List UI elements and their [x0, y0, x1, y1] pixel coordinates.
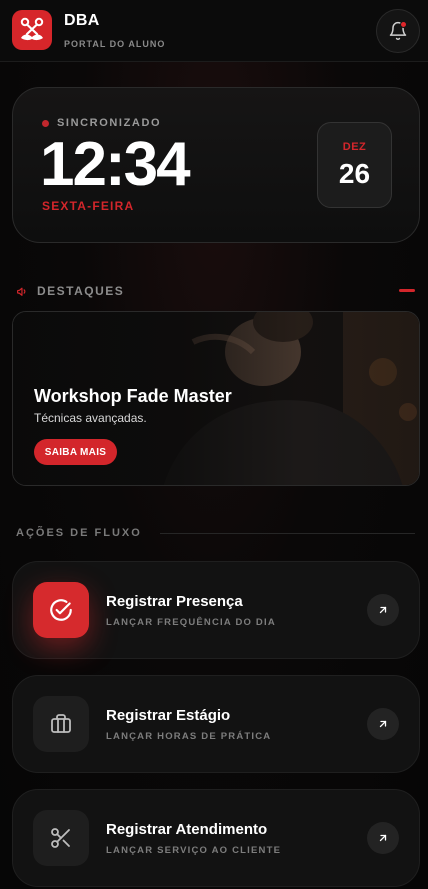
weekday-label: SEXTA-FEIRA — [42, 199, 135, 213]
brand-title: DBA — [64, 12, 100, 29]
brand-subtitle: PORTAL DO ALUNO — [64, 39, 166, 49]
app-logo[interactable] — [12, 10, 52, 50]
register-attendance-card[interactable]: Registrar Presença LANÇAR FREQUÊNCIA DO … — [12, 561, 420, 659]
actions-header: AÇÕES DE FLUXO — [16, 527, 142, 539]
unread-dot — [400, 21, 407, 28]
learn-more-button[interactable]: SAIBA MAIS — [34, 439, 117, 465]
action-subtitle: LANÇAR HORAS DE PRÁTICA — [106, 731, 272, 742]
internship-icon-box — [33, 696, 89, 752]
megaphone-icon — [17, 287, 26, 296]
current-time: 12:34 — [40, 130, 191, 199]
highlight-title: Workshop Fade Master — [34, 386, 232, 406]
arrow-up-right-icon — [379, 720, 387, 728]
sync-status: SINCRONIZADO — [42, 117, 161, 129]
action-title: Registrar Presença — [106, 593, 243, 610]
highlights-label: DESTAQUES — [37, 284, 125, 298]
actions-divider — [160, 533, 415, 534]
app-header: DBA PORTAL DO ALUNO — [0, 0, 428, 62]
notifications-button[interactable] — [376, 9, 420, 53]
arrow-up-right-icon — [379, 834, 387, 842]
register-internship-card[interactable]: Registrar Estágio LANÇAR HORAS DE PRÁTIC… — [12, 675, 420, 773]
sync-dot-icon — [42, 119, 49, 127]
highlight-subtitle: Técnicas avançadas. — [34, 411, 147, 425]
date-day: 26 — [338, 158, 371, 189]
action-arrow-button[interactable] — [367, 594, 399, 626]
check-circle-icon — [50, 599, 72, 621]
scissors-mustache-icon — [20, 17, 44, 41]
register-service-card[interactable]: Registrar Atendimento LANÇAR SERVIÇO AO … — [12, 789, 420, 887]
briefcase-icon — [51, 714, 71, 733]
action-title: Registrar Estágio — [106, 707, 231, 724]
date-badge: DEZ 26 — [317, 122, 392, 208]
scissors-icon — [51, 828, 70, 848]
service-icon-box — [33, 810, 89, 866]
sync-label: SINCRONIZADO — [57, 117, 162, 129]
attendance-icon-box — [33, 582, 89, 638]
action-subtitle: LANÇAR FREQUÊNCIA DO DIA — [106, 617, 276, 628]
action-arrow-button[interactable] — [367, 708, 399, 740]
action-subtitle: LANÇAR SERVIÇO AO CLIENTE — [106, 845, 282, 856]
carousel-indicator[interactable] — [399, 289, 415, 292]
highlight-card[interactable]: Workshop Fade Master Técnicas avançadas.… — [12, 311, 420, 486]
action-arrow-button[interactable] — [367, 822, 399, 854]
date-month: DEZ — [342, 141, 367, 153]
highlights-header: DESTAQUES — [16, 284, 124, 298]
arrow-up-right-icon — [379, 606, 387, 614]
action-title: Registrar Atendimento — [106, 821, 268, 838]
clock-card: SINCRONIZADO 12:34 SEXTA-FEIRA DEZ 26 — [12, 87, 420, 243]
